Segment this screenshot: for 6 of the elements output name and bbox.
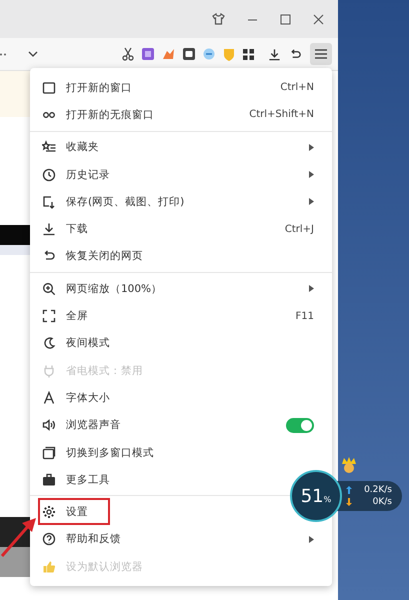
shortcut-text: Ctrl+J [284,224,314,235]
download-speed: 0K/s [372,497,392,507]
shortcut-text: Ctrl+Shift+N [249,109,314,120]
shortcut-text: F11 [296,310,314,322]
upload-speed: 0.2K/s [363,485,392,495]
shortcut-text: Ctrl+N [280,82,314,94]
